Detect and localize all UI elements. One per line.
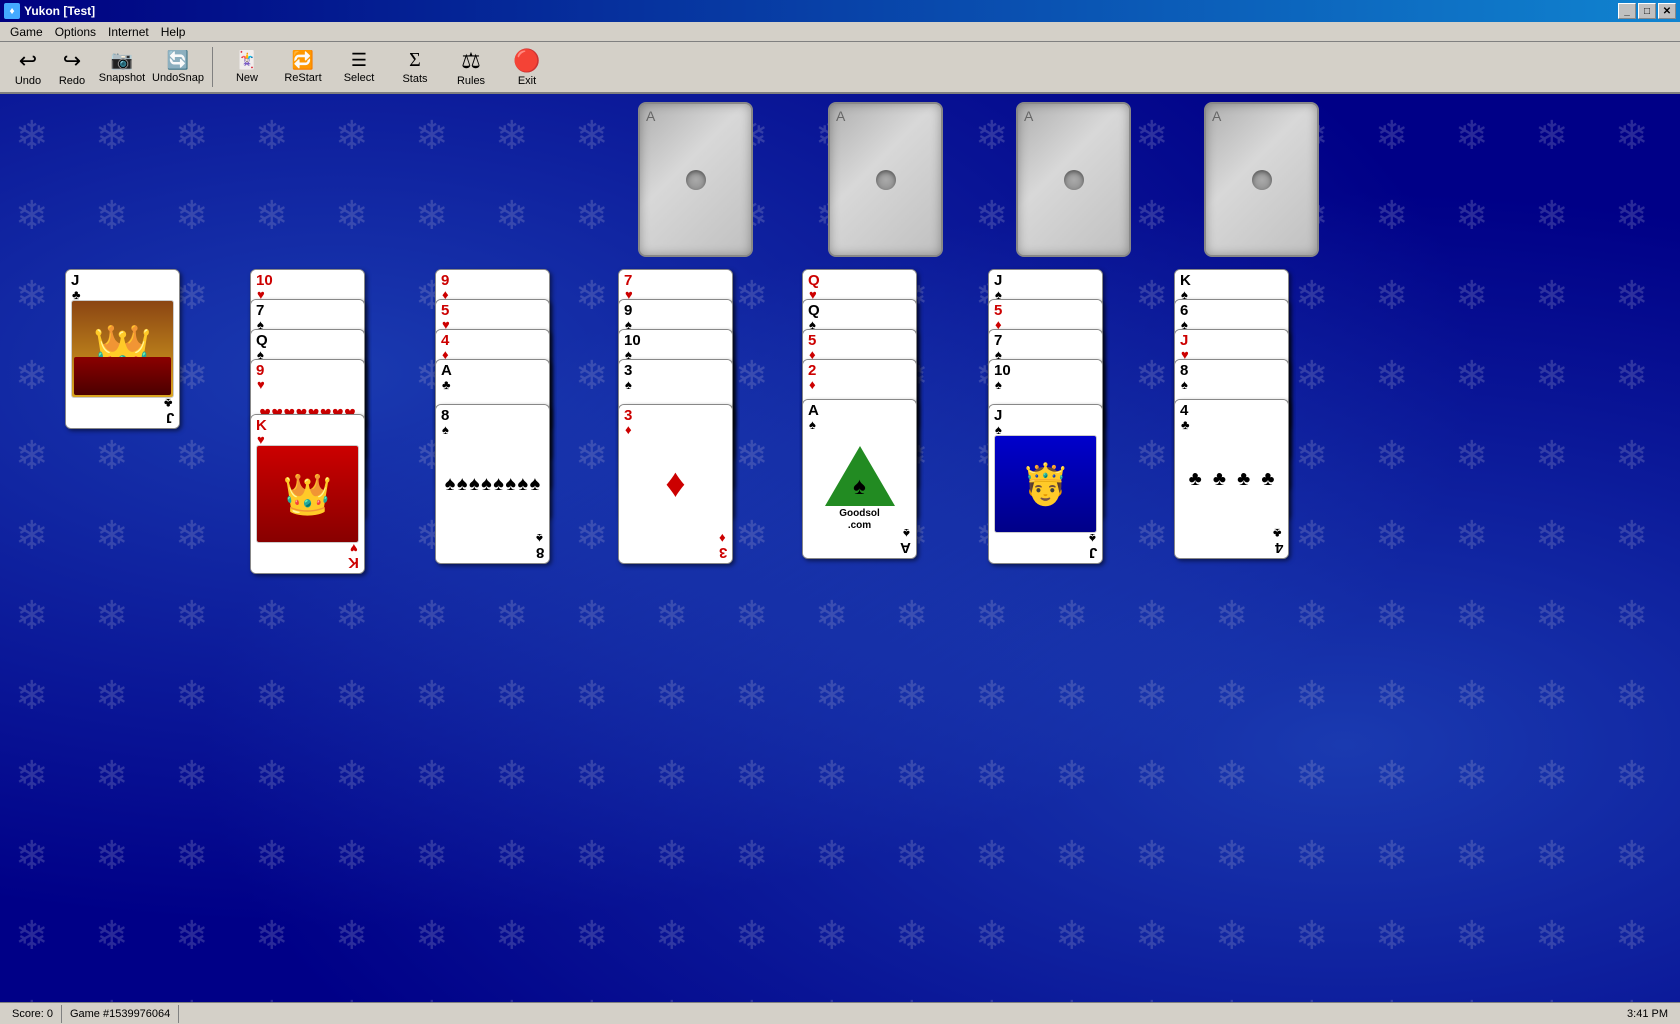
menu-help[interactable]: Help <box>155 24 192 40</box>
card-jack-spades-face[interactable]: J ♠ 🤴 J ♠ <box>988 404 1103 564</box>
redo-button[interactable]: ↪ Redo <box>52 44 92 90</box>
menubar: Game Options Internet Help <box>0 22 1680 42</box>
card-rank: 10 <box>256 273 273 288</box>
snapshot-button[interactable]: 📷 Snapshot <box>96 44 148 90</box>
time-display: 3:41 PM <box>1619 1007 1676 1021</box>
stats-label: Stats <box>402 73 427 85</box>
restart-button[interactable]: 🔁 ReStart <box>277 44 329 90</box>
toolbar-separator-1 <box>212 47 213 87</box>
select-label: Select <box>344 72 375 84</box>
restart-label: ReStart <box>284 72 321 84</box>
undosnap-icon: 🔄 <box>167 50 189 71</box>
minimize-button[interactable]: _ <box>1618 3 1636 19</box>
titlebar-left: ♦ Yukon [Test] <box>4 3 95 19</box>
menu-internet[interactable]: Internet <box>102 24 155 40</box>
close-button[interactable]: ✕ <box>1658 3 1676 19</box>
foundation-pile-2[interactable]: A <box>828 102 943 257</box>
foundation-2-suit: A <box>836 108 845 124</box>
card-8-spades[interactable]: 8 ♠ ♠♠ ♠♠ ♠♠ ♠♠ 8 ♠ <box>435 404 550 564</box>
toolbar: ↩ Undo ↪ Redo 📷 Snapshot 🔄 UndoSnap 🃏 Ne… <box>0 42 1680 94</box>
exit-button[interactable]: 🔴 Exit <box>501 44 553 90</box>
snapshot-label: Snapshot <box>99 72 145 84</box>
card-jack-clubs[interactable]: J ♣ 👑 J ♣ <box>65 269 180 429</box>
select-button[interactable]: ☰ Select <box>333 44 385 90</box>
restart-icon: 🔁 <box>292 50 314 71</box>
foundation-1-suit: A <box>646 108 655 124</box>
undosnap-button[interactable]: 🔄 UndoSnap <box>152 44 204 90</box>
foundation-pile-3[interactable]: A <box>1016 102 1131 257</box>
card-rank-bottom: J <box>166 410 174 425</box>
rules-button[interactable]: ⚖ Rules <box>445 44 497 90</box>
exit-icon: 🔴 <box>513 48 540 74</box>
redo-label: Redo <box>59 75 85 87</box>
game-area[interactable]: A A A A J ♣ 👑 J ♣ <box>0 94 1680 1024</box>
score-display: Score: 0 <box>4 1005 62 1023</box>
foundation-3-suit: A <box>1024 108 1033 124</box>
titlebar: ♦ Yukon [Test] _ □ ✕ <box>0 0 1680 22</box>
card-3-diamonds[interactable]: 3 ♦ ♦ 3 ♦ <box>618 404 733 564</box>
foundation-pile-4[interactable]: A <box>1204 102 1319 257</box>
current-time: 3:41 PM <box>1627 1008 1668 1020</box>
new-button[interactable]: 🃏 New <box>221 44 273 90</box>
card-face: J ♣ 👑 J ♣ <box>66 270 179 428</box>
card-ace-spades-goodsol[interactable]: A ♠ ♠ Goodsol.com A ♠ <box>802 399 917 559</box>
select-icon: ☰ <box>351 50 367 71</box>
new-icon: 🃏 <box>236 50 258 71</box>
rules-label: Rules <box>457 75 485 87</box>
card-king-hearts[interactable]: K ♥ 👑 K ♥ <box>250 414 365 574</box>
exit-label: Exit <box>518 75 536 87</box>
undosnap-label: UndoSnap <box>152 72 204 84</box>
undo-button[interactable]: ↩ Undo <box>8 44 48 90</box>
card-4-clubs[interactable]: 4 ♣ ♣♣ ♣♣ 4 ♣ <box>1174 399 1289 559</box>
snapshot-icon: 📷 <box>111 50 133 71</box>
stats-icon: Σ <box>409 49 421 72</box>
redo-icon: ↪ <box>63 48 81 74</box>
statusbar: Score: 0 Game #1539976064 3:41 PM <box>0 1002 1680 1024</box>
undo-label: Undo <box>15 75 41 87</box>
score-label: Score: 0 <box>12 1008 53 1020</box>
window-title: Yukon [Test] <box>24 4 95 18</box>
new-label: New <box>236 72 258 84</box>
rules-icon: ⚖ <box>461 48 481 74</box>
app-icon: ♦ <box>4 3 20 19</box>
menu-options[interactable]: Options <box>49 24 102 40</box>
stats-button[interactable]: Σ Stats <box>389 44 441 90</box>
game-number-label: Game #1539976064 <box>70 1008 170 1020</box>
titlebar-buttons: _ □ ✕ <box>1618 3 1676 19</box>
maximize-button[interactable]: □ <box>1638 3 1656 19</box>
card-rank: J <box>71 273 79 288</box>
game-number-display: Game #1539976064 <box>62 1005 179 1023</box>
foundation-4-suit: A <box>1212 108 1221 124</box>
undo-icon: ↩ <box>19 48 37 74</box>
foundation-pile-1[interactable]: A <box>638 102 753 257</box>
menu-game[interactable]: Game <box>4 24 49 40</box>
card-suit-bottom: ♣ <box>164 397 173 410</box>
